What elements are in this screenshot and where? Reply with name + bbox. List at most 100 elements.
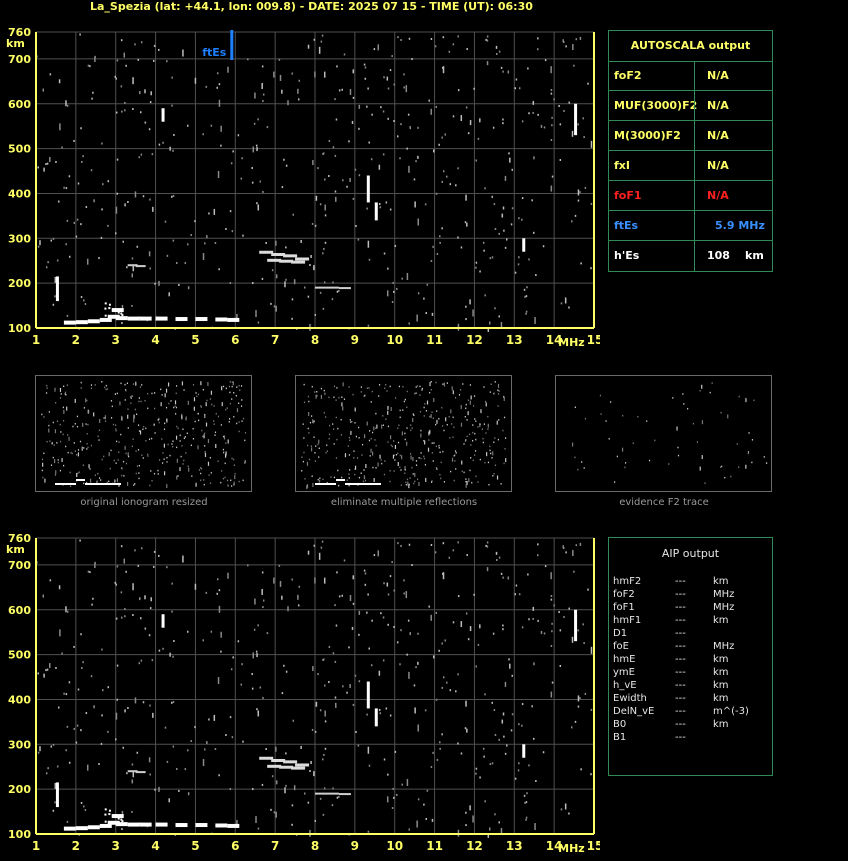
echo-trace-point bbox=[271, 759, 286, 762]
thumbnail-speck bbox=[203, 483, 205, 486]
noise-point bbox=[435, 698, 438, 701]
thumbnail-speck bbox=[103, 417, 105, 419]
noise-point bbox=[568, 306, 570, 309]
noise-point bbox=[154, 282, 156, 285]
x-axis-label: MHz bbox=[558, 336, 585, 349]
thumbnail-speck bbox=[464, 415, 466, 418]
thumbnail-speck bbox=[502, 429, 504, 432]
noise-point bbox=[355, 224, 357, 227]
thumbnail-speck bbox=[360, 472, 362, 474]
noise-point bbox=[73, 645, 75, 648]
noise-point bbox=[158, 649, 161, 652]
thumbnail-speck bbox=[313, 420, 315, 422]
noise-point bbox=[442, 66, 445, 74]
noise-point bbox=[543, 126, 546, 129]
thumbnail-speck bbox=[232, 483, 235, 486]
thumbnail-speck bbox=[400, 484, 402, 486]
echo-trace-point bbox=[108, 303, 111, 306]
aip-param-value: --- bbox=[675, 680, 686, 691]
thumbnail-speck bbox=[414, 480, 416, 483]
thumbnail-speck bbox=[317, 478, 319, 481]
thumbnail-speck bbox=[738, 395, 740, 398]
thumbnail-speck bbox=[335, 416, 337, 419]
thumbnail-trace bbox=[103, 483, 106, 485]
thumbnail-speck bbox=[450, 409, 452, 414]
noise-point bbox=[432, 245, 434, 248]
noise-point bbox=[127, 706, 129, 709]
thumbnail-speck bbox=[234, 472, 236, 475]
echo-streak bbox=[574, 609, 578, 642]
thumbnail-speck bbox=[344, 453, 347, 458]
thumbnail-speck bbox=[231, 385, 233, 388]
noise-point bbox=[484, 294, 486, 297]
thumbnail-speck bbox=[699, 466, 701, 471]
noise-point bbox=[216, 592, 218, 595]
noise-point bbox=[525, 801, 528, 804]
thumbnail-speck bbox=[98, 429, 101, 432]
thumbnail-speck bbox=[160, 388, 162, 391]
noise-point bbox=[49, 663, 51, 669]
thumbnail-speck bbox=[439, 473, 441, 476]
aip-heading: AIP output bbox=[661, 547, 720, 560]
thumbnail-speck bbox=[353, 450, 355, 452]
thumbnail-speck bbox=[435, 445, 438, 448]
x-tick-label: 11 bbox=[426, 839, 443, 853]
thumbnail-speck bbox=[451, 457, 454, 462]
thumbnail-speck bbox=[438, 447, 440, 449]
noise-point bbox=[368, 141, 370, 144]
x-tick-label: 3 bbox=[112, 333, 120, 347]
noise-point bbox=[385, 707, 388, 710]
thumbnail-speck bbox=[410, 453, 412, 455]
thumbnail-speck bbox=[460, 422, 463, 427]
thumbnail-speck bbox=[397, 427, 399, 430]
noise-point bbox=[173, 639, 175, 642]
thumbnail-speck bbox=[428, 439, 430, 441]
thumbnail-speck bbox=[161, 438, 163, 440]
noise-point bbox=[172, 149, 174, 152]
noise-point bbox=[428, 605, 430, 608]
noise-point bbox=[298, 79, 301, 82]
noise-point bbox=[61, 146, 63, 149]
noise-point bbox=[275, 811, 277, 818]
thumbnail-speck bbox=[753, 399, 755, 402]
noise-point bbox=[482, 241, 485, 244]
noise-point bbox=[336, 796, 339, 799]
noise-point bbox=[537, 543, 539, 546]
noise-point bbox=[227, 66, 229, 73]
y-tick-label: 300 bbox=[8, 738, 31, 751]
noise-point bbox=[284, 281, 286, 288]
thumbnail-speck bbox=[236, 386, 238, 388]
thumbnail-speck bbox=[399, 466, 401, 469]
noise-point bbox=[472, 815, 474, 823]
noise-point bbox=[560, 808, 563, 811]
thumbnail-speck bbox=[310, 447, 313, 452]
echo-trace-point bbox=[75, 320, 88, 325]
noise-point bbox=[65, 187, 68, 190]
noise-point bbox=[149, 198, 151, 201]
noise-point bbox=[380, 612, 382, 615]
thumbnail-trace bbox=[91, 483, 94, 485]
noise-point bbox=[47, 261, 49, 264]
thumbnail-speck bbox=[203, 415, 206, 418]
noise-point bbox=[442, 572, 445, 580]
noise-point bbox=[457, 89, 460, 92]
thumbnail-speck bbox=[196, 395, 198, 398]
noise-point bbox=[279, 74, 282, 81]
noise-point bbox=[439, 241, 441, 244]
echo-trace-point bbox=[315, 792, 327, 795]
noise-point bbox=[122, 240, 124, 243]
noise-point bbox=[171, 76, 173, 79]
thumbnail-speck bbox=[172, 440, 174, 442]
thumbnail-speck bbox=[176, 458, 178, 463]
thumbnail-speck bbox=[325, 416, 327, 418]
noise-point bbox=[568, 101, 570, 104]
thumbnail-speck bbox=[479, 458, 481, 461]
thumbnail-speck bbox=[466, 435, 468, 438]
noise-point bbox=[364, 77, 367, 80]
thumbnail-speck bbox=[384, 387, 386, 390]
noise-point bbox=[144, 89, 146, 94]
noise-point bbox=[363, 63, 366, 66]
noise-point bbox=[194, 77, 197, 84]
noise-point bbox=[324, 178, 326, 181]
thumbnail-speck bbox=[204, 451, 206, 453]
